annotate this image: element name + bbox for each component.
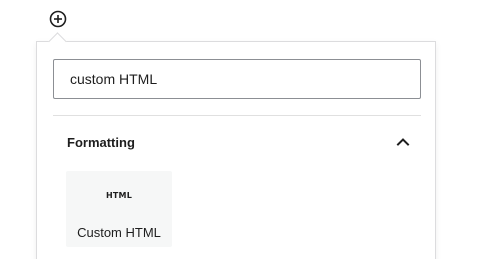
block-inserter-toggle[interactable] (49, 10, 67, 28)
chevron-up-icon[interactable] (395, 134, 411, 150)
plus-circle-icon (49, 10, 67, 28)
divider (53, 115, 421, 116)
editor-canvas: Formatting HTML Custom HTML (0, 0, 501, 259)
panel-title: Formatting (67, 134, 135, 150)
html-icon: HTML (105, 191, 132, 200)
block-label: Custom HTML (77, 225, 161, 240)
block-search-input[interactable] (53, 59, 421, 99)
panel-formatting-header[interactable]: Formatting (53, 124, 421, 160)
block-item-custom-html[interactable]: HTML Custom HTML (66, 171, 172, 247)
block-inserter-popover: Formatting HTML Custom HTML (36, 41, 436, 259)
